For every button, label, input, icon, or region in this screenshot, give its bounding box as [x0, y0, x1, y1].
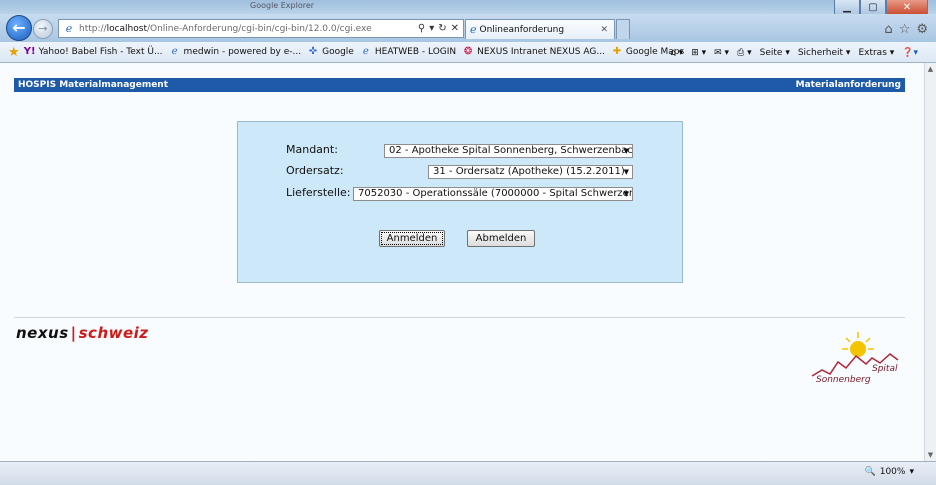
nexus-logo-part1: nexus — [16, 324, 69, 342]
zoom-icon: 🔍 — [864, 467, 876, 477]
login-form-panel: Mandant: 02 - Apotheke Spital Sonnenberg… — [237, 121, 683, 283]
app-title: HOSPIS Materialmanagement — [18, 80, 169, 90]
favorite-label: HEATWEB - LOGIN — [374, 47, 457, 57]
anmelden-button[interactable]: Anmelden — [379, 230, 445, 247]
scroll-down-icon[interactable]: ▼ — [925, 449, 936, 461]
ie-page-icon: ℯ — [65, 21, 73, 35]
sonnenberg-word: Sonnenberg — [816, 375, 871, 385]
lieferstelle-label: Lieferstelle: — [286, 186, 351, 199]
window-titlebar: Google Explorer ▁ ▢ ✕ — [0, 0, 936, 17]
favorite-heatweb[interactable]: ℯ HEATWEB - LOGIN — [360, 46, 456, 58]
spital-word: Spital — [872, 364, 898, 374]
address-bar[interactable]: ℯ http://localhost/Online-Anforderung/cg… — [58, 19, 464, 38]
url-host: localhost — [106, 23, 147, 34]
favorites-icon[interactable]: ★ — [8, 45, 20, 60]
chevron-down-icon: ▼ — [623, 168, 629, 176]
mandant-select[interactable]: 02 - Apotheke Spital Sonnenberg, Schwerz… — [384, 144, 633, 158]
menu-seite[interactable]: Seite ▾ — [760, 48, 790, 58]
nexus-logo-separator: | — [70, 324, 77, 342]
app-header: HOSPIS Materialmanagement Materialanford… — [14, 78, 905, 92]
forward-arrow-icon[interactable]: → — [33, 19, 53, 39]
url-prefix: http:// — [79, 23, 107, 34]
vertical-scrollbar[interactable]: ▲ ▼ — [924, 63, 936, 461]
abmelden-button[interactable]: Abmelden — [467, 230, 535, 247]
favorite-medwin[interactable]: ℯ medwin - powered by e-... — [169, 46, 302, 58]
nexus-schweiz-logo: nexus | schweiz — [16, 324, 149, 342]
mandant-selected-value: 02 - Apotheke Spital Sonnenberg, Schwerz… — [389, 145, 633, 156]
favorite-label: Google — [322, 47, 354, 57]
new-tab-button[interactable] — [616, 19, 630, 39]
refresh-icon[interactable]: ↻ — [438, 23, 446, 34]
feeds-icon[interactable]: ⊞ ▾ — [691, 48, 706, 58]
status-bar: 🔍 100% ▾ — [0, 461, 936, 485]
favorite-label: Yahoo! Babel Fish - Text Ü... — [38, 47, 163, 57]
favorite-yahoo[interactable]: Y! Yahoo! Babel Fish - Text Ü... — [24, 46, 163, 58]
nexus-logo-part2: schweiz — [78, 324, 149, 342]
command-bar: ⌂ ▾ ⊞ ▾ ✉ ▾ ⎙ ▾ Seite ▾ Sicherheit ▾ Ext… — [670, 42, 918, 63]
zoom-level: 100% — [879, 467, 906, 477]
yahoo-icon: Y! — [23, 46, 36, 57]
chevron-down-icon: ▾ — [909, 467, 914, 477]
ordersatz-select[interactable]: 31 - Ordersatz (Apotheke) (15.2.2011) ▼ — [428, 165, 633, 179]
mandant-label: Mandant: — [286, 143, 338, 156]
lieferstelle-select[interactable]: 7052030 - Operationssäle (7000000 - Spit… — [353, 187, 633, 201]
tab-close-icon[interactable]: ✕ — [600, 25, 608, 35]
google-icon: ✜ — [308, 46, 318, 57]
home-menu-icon[interactable]: ⌂ ▾ — [670, 48, 683, 58]
mail-icon[interactable]: ✉ ▾ — [714, 48, 729, 58]
browser-navbar: ← → ℯ http://localhost/Online-Anforderun… — [0, 14, 936, 42]
tab-label: Onlineanforderung — [479, 24, 565, 35]
window-title: Google Explorer — [250, 1, 315, 10]
footer-divider — [14, 317, 905, 318]
tab-onlineanforderung[interactable]: ℯ Onlineanforderung ✕ — [465, 19, 615, 39]
nexus-icon: ❂ — [463, 46, 473, 57]
page-icon: ℯ — [171, 46, 178, 57]
ordersatz-label: Ordersatz: — [286, 164, 344, 177]
help-icon[interactable]: ❓▾ — [902, 48, 918, 58]
gear-icon[interactable]: ⚙ — [916, 22, 928, 37]
favorites-star-icon[interactable]: ☆ — [899, 22, 911, 37]
home-icon[interactable]: ⌂ — [884, 22, 892, 37]
google-maps-icon: ✚ — [612, 46, 622, 57]
page-icon: ℯ — [362, 46, 369, 57]
page-content: HOSPIS Materialmanagement Materialanford… — [0, 63, 924, 461]
stop-icon[interactable]: ✕ — [451, 23, 459, 34]
chevron-down-icon: ▼ — [623, 190, 629, 198]
lieferstelle-selected-value: 7052030 - Operationssäle (7000000 - Spit… — [358, 188, 633, 199]
address-tools: ⚲ ▾ ↻ ✕ — [418, 23, 463, 34]
page-title: Materialanforderung — [795, 80, 901, 90]
ordersatz-selected-value: 31 - Ordersatz (Apotheke) (15.2.2011) — [433, 166, 625, 177]
favorite-label: NEXUS Intranet NEXUS AG... — [477, 47, 605, 57]
url-text[interactable]: http://localhost/Online-Anforderung/cgi-… — [79, 24, 399, 34]
scroll-up-icon[interactable]: ▲ — [925, 63, 936, 75]
menu-extras[interactable]: Extras ▾ — [858, 48, 894, 58]
favorites-bar: ★ Y! Yahoo! Babel Fish - Text Ü... ℯ medwi… — [0, 42, 936, 63]
compat-view-icon[interactable]: ▾ — [429, 23, 434, 34]
search-icon[interactable]: ⚲ — [418, 23, 425, 34]
favorite-nexus-intranet[interactable]: ❂ NEXUS Intranet NEXUS AG... — [462, 46, 605, 58]
browser-right-tools: ⌂ ☆ ⚙ — [884, 22, 928, 37]
chevron-down-icon: ▼ — [623, 147, 629, 155]
favorite-google[interactable]: ✜ Google — [307, 46, 354, 58]
back-arrow-icon[interactable]: ← — [6, 15, 32, 41]
zoom-control[interactable]: 🔍 100% ▾ — [865, 467, 914, 477]
ie-tab-icon: ℯ — [470, 23, 477, 36]
url-path: /Online-Anforderung/cgi-bin/cgi-bin/12.0… — [146, 23, 372, 34]
spital-sonnenberg-logo: Spital Sonnenberg — [806, 330, 902, 392]
favorite-label: medwin - powered by e-... — [183, 47, 302, 57]
menu-sicherheit[interactable]: Sicherheit ▾ — [798, 48, 851, 58]
print-icon[interactable]: ⎙ ▾ — [737, 48, 752, 58]
